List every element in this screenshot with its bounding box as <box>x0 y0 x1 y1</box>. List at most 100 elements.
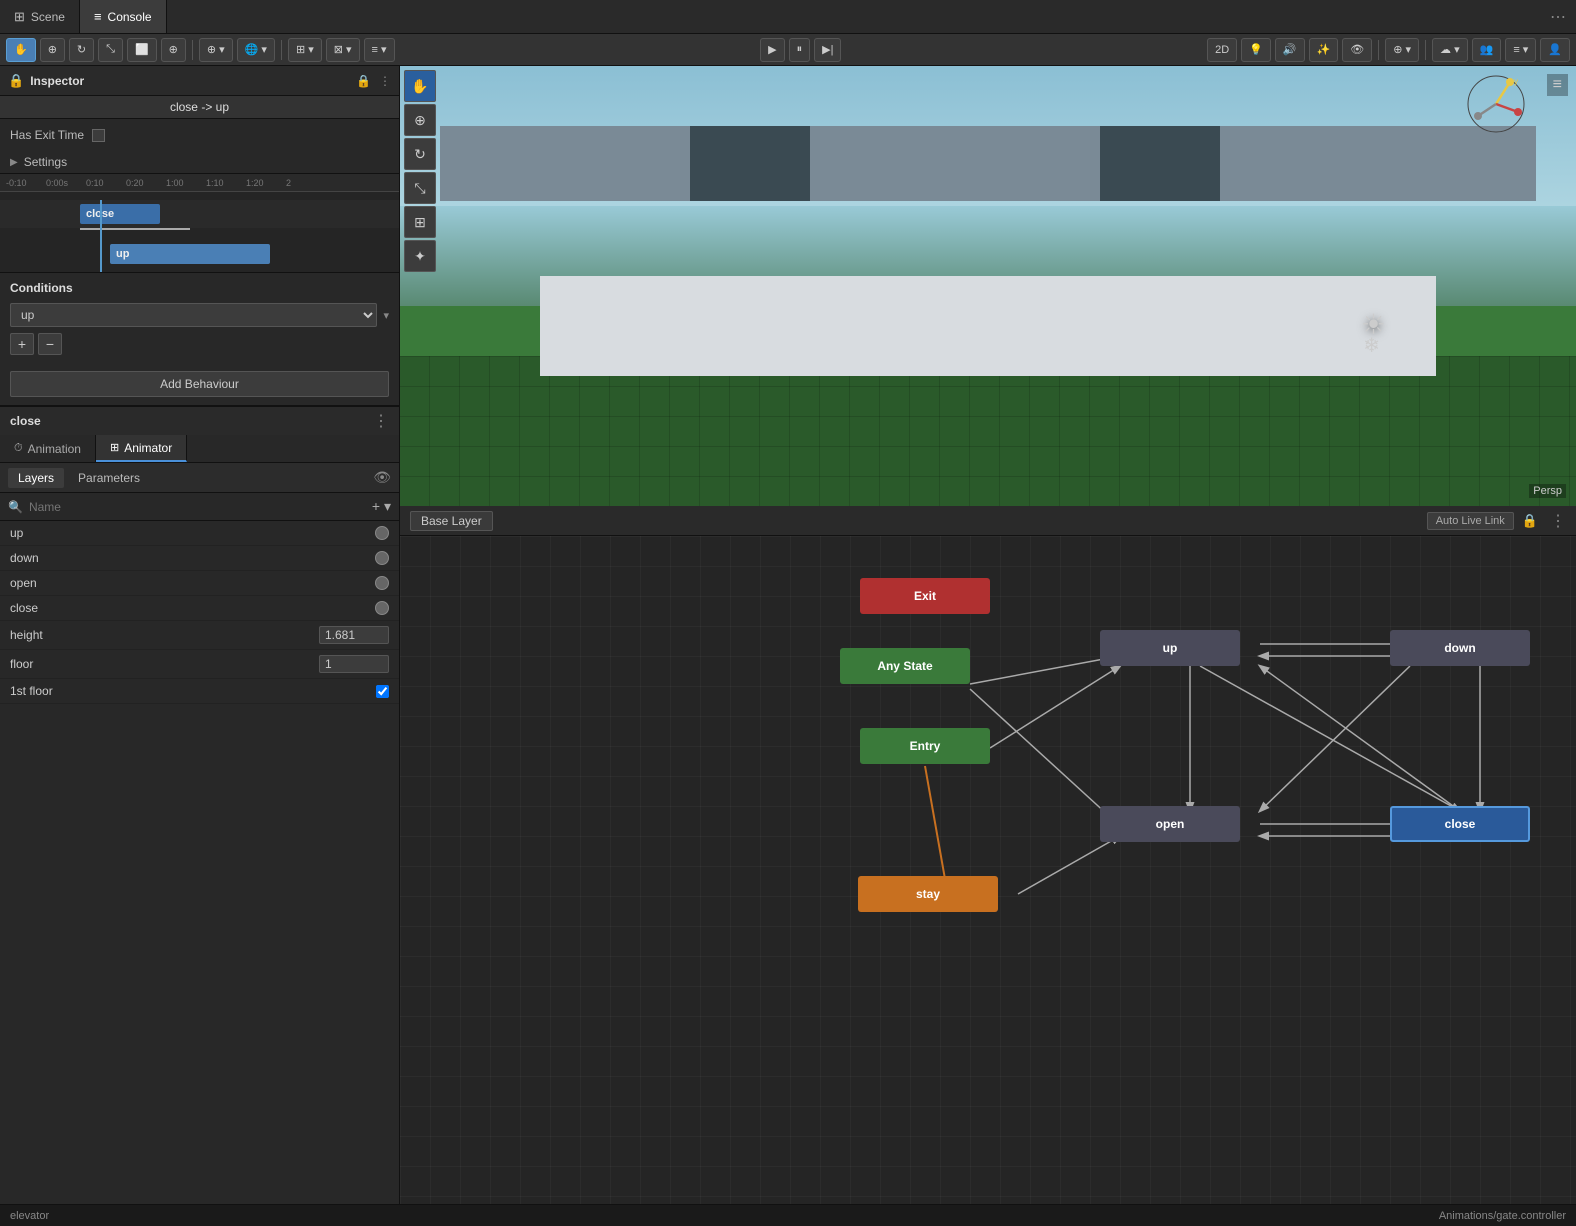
scene-tool-rotate[interactable]: ⊕ <box>404 104 436 136</box>
ruler-mark-2: 0:10 <box>86 178 126 188</box>
animator-canvas[interactable]: Exit Any State Entry up down <box>400 536 1576 1204</box>
state-exit[interactable]: Exit <box>860 578 990 614</box>
add-behaviour-button[interactable]: Add Behaviour <box>10 371 389 397</box>
animator-lock-icon[interactable]: 🔒 <box>1522 513 1538 529</box>
anim-tabs: ⏱ Animation ⊞ Animator <box>0 435 399 463</box>
settings-row[interactable]: ▶ Settings <box>0 151 399 173</box>
panel-title: close <box>10 414 41 428</box>
timeline-playhead[interactable] <box>100 200 102 273</box>
status-right: Animations/gate.controller <box>1439 1210 1566 1222</box>
ruler-mark-3: 0:20 <box>126 178 166 188</box>
eye-icon[interactable]: 👁 <box>373 469 391 486</box>
scene-tool-zoom[interactable]: ↻ <box>404 138 436 170</box>
toolbar-transform-btn[interactable]: ⊕ <box>161 38 186 62</box>
toolbar-play-btn[interactable]: ▶ <box>760 38 784 62</box>
param-open-name: open <box>10 576 375 590</box>
state-stay[interactable]: stay <box>858 876 998 912</box>
animator-menu-btn[interactable]: ⋮ <box>1550 511 1566 531</box>
toolbar-collab-btn[interactable]: 👥 <box>1472 38 1502 62</box>
scene-tool-transform[interactable]: ⊞ <box>404 206 436 238</box>
param-1stfloor-checkbox[interactable] <box>376 685 389 698</box>
toolbar-pause-btn[interactable]: ⏸ <box>789 38 811 62</box>
parameters-tab[interactable]: Parameters <box>68 468 150 488</box>
toolbar-grid-btn[interactable]: ⊞ ▾ <box>288 38 322 62</box>
param-open-trigger[interactable] <box>375 576 389 590</box>
inspector-lock-btn[interactable]: 🔒 <box>356 74 371 88</box>
main-content: 🔒 Inspector 🔒 ⋮ close -> up Has Exit Tim… <box>0 66 1576 1204</box>
condition-remove-btn[interactable]: − <box>38 333 62 355</box>
toolbar-pivot-btn[interactable]: ⊕ ▾ <box>199 38 233 62</box>
tab-scene[interactable]: ⊞ Scene <box>0 0 80 33</box>
track-bar-up[interactable]: up <box>110 244 270 264</box>
tab-animator[interactable]: ⊞ Animator <box>96 435 187 462</box>
param-height-input[interactable] <box>319 626 389 644</box>
param-down-trigger[interactable] <box>375 551 389 565</box>
toolbar-layers-btn[interactable]: ≡ ▾ <box>1505 38 1536 62</box>
scene-tab-label: Scene <box>31 10 65 24</box>
toolbar-step-btn[interactable]: ▶| <box>814 38 841 62</box>
stay-label: stay <box>916 887 940 901</box>
condition-row: up down open close ▾ <box>10 303 389 327</box>
toolbar-audio-btn[interactable]: 🔊 <box>1275 38 1305 62</box>
toolbar-cloud-btn[interactable]: ☁ ▾ <box>1432 38 1468 62</box>
state-open[interactable]: open <box>1100 806 1240 842</box>
scene-canvas: ☀ ❄ y <box>400 66 1576 506</box>
toolbar-snap-btn[interactable]: ⊠ ▾ <box>326 38 360 62</box>
search-input[interactable] <box>29 500 366 514</box>
inspector-icon: 🔒 <box>8 73 24 89</box>
up-label: up <box>1163 641 1178 655</box>
toolbar-light-btn[interactable]: 💡 <box>1241 38 1271 62</box>
param-up-trigger[interactable] <box>375 526 389 540</box>
panel-menu-btn[interactable]: ⋮ <box>373 411 389 431</box>
param-up-row[interactable]: up <box>0 521 399 546</box>
settings-arrow: ▶ <box>10 157 18 168</box>
toolbar-2d-btn[interactable]: 2D <box>1207 38 1237 62</box>
param-close-row[interactable]: close <box>0 596 399 621</box>
toolbar-hand-btn[interactable]: ✋ <box>6 38 36 62</box>
state-down[interactable]: down <box>1390 630 1530 666</box>
toolbar-hidden-btn[interactable]: 👁 <box>1342 38 1372 62</box>
param-height-row[interactable]: height <box>0 621 399 650</box>
toolbar-move-btn[interactable]: ⊕ <box>40 38 65 62</box>
status-left: elevator <box>10 1210 1439 1222</box>
state-any-state[interactable]: Any State <box>840 648 970 684</box>
state-entry[interactable]: Entry <box>860 728 990 764</box>
param-down-name: down <box>10 551 375 565</box>
toolbar-sep-4 <box>1425 40 1426 60</box>
param-open-row[interactable]: open <box>0 571 399 596</box>
scene-white-platform <box>540 276 1436 376</box>
param-down-row[interactable]: down <box>0 546 399 571</box>
condition-add-btn[interactable]: + <box>10 333 34 355</box>
toolbar-ruler-btn[interactable]: ≡ ▾ <box>364 38 395 62</box>
base-layer-label[interactable]: Base Layer <box>410 511 493 531</box>
scene-tool-select[interactable]: ⤡ <box>404 172 436 204</box>
state-close[interactable]: close <box>1390 806 1530 842</box>
top-menu-dots[interactable]: ⋯ <box>1540 7 1576 27</box>
search-add-btn[interactable]: + ▾ <box>372 498 391 515</box>
transition-label: close -> up <box>0 96 399 119</box>
toolbar-rotate-btn[interactable]: ↻ <box>69 38 94 62</box>
param-close-trigger[interactable] <box>375 601 389 615</box>
scene-menu-btn[interactable]: ≡ <box>1547 74 1568 96</box>
tab-console[interactable]: ≡ Console <box>80 0 167 33</box>
auto-live-link-btn[interactable]: Auto Live Link <box>1427 512 1514 530</box>
toolbar-scale-btn[interactable]: ⤡ <box>98 38 123 62</box>
condition-select[interactable]: up down open close <box>10 303 377 327</box>
param-1stfloor-row[interactable]: 1st floor <box>0 679 399 704</box>
track-bar-close[interactable]: close <box>80 204 160 224</box>
tab-animation[interactable]: ⏱ Animation <box>0 435 96 462</box>
scene-tool-hand[interactable]: ✋ <box>404 70 436 102</box>
scene-tool-custom[interactable]: ✦ <box>404 240 436 272</box>
inspector-menu-btn[interactable]: ⋮ <box>379 74 391 88</box>
left-panel: 🔒 Inspector 🔒 ⋮ close -> up Has Exit Tim… <box>0 66 400 1204</box>
state-up[interactable]: up <box>1100 630 1240 666</box>
exit-time-checkbox[interactable] <box>92 129 105 142</box>
toolbar-global-btn[interactable]: 🌐 ▾ <box>237 38 275 62</box>
toolbar-gizmos-btn[interactable]: ⊕ ▾ <box>1385 38 1419 62</box>
toolbar-rect-btn[interactable]: ⬜ <box>127 38 157 62</box>
param-floor-row[interactable]: floor <box>0 650 399 679</box>
param-floor-input[interactable] <box>319 655 389 673</box>
toolbar-effects-btn[interactable]: ✨ <box>1309 38 1339 62</box>
toolbar-account-btn[interactable]: 👤 <box>1540 38 1570 62</box>
layers-tab[interactable]: Layers <box>8 468 64 488</box>
